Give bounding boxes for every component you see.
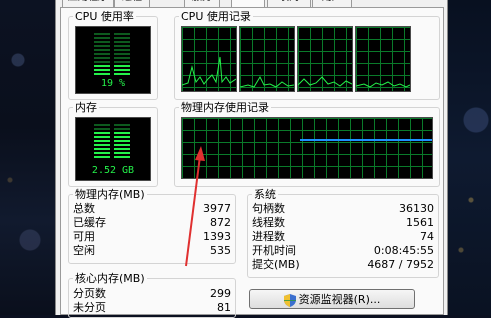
annotation-arrow (185, 146, 205, 267)
